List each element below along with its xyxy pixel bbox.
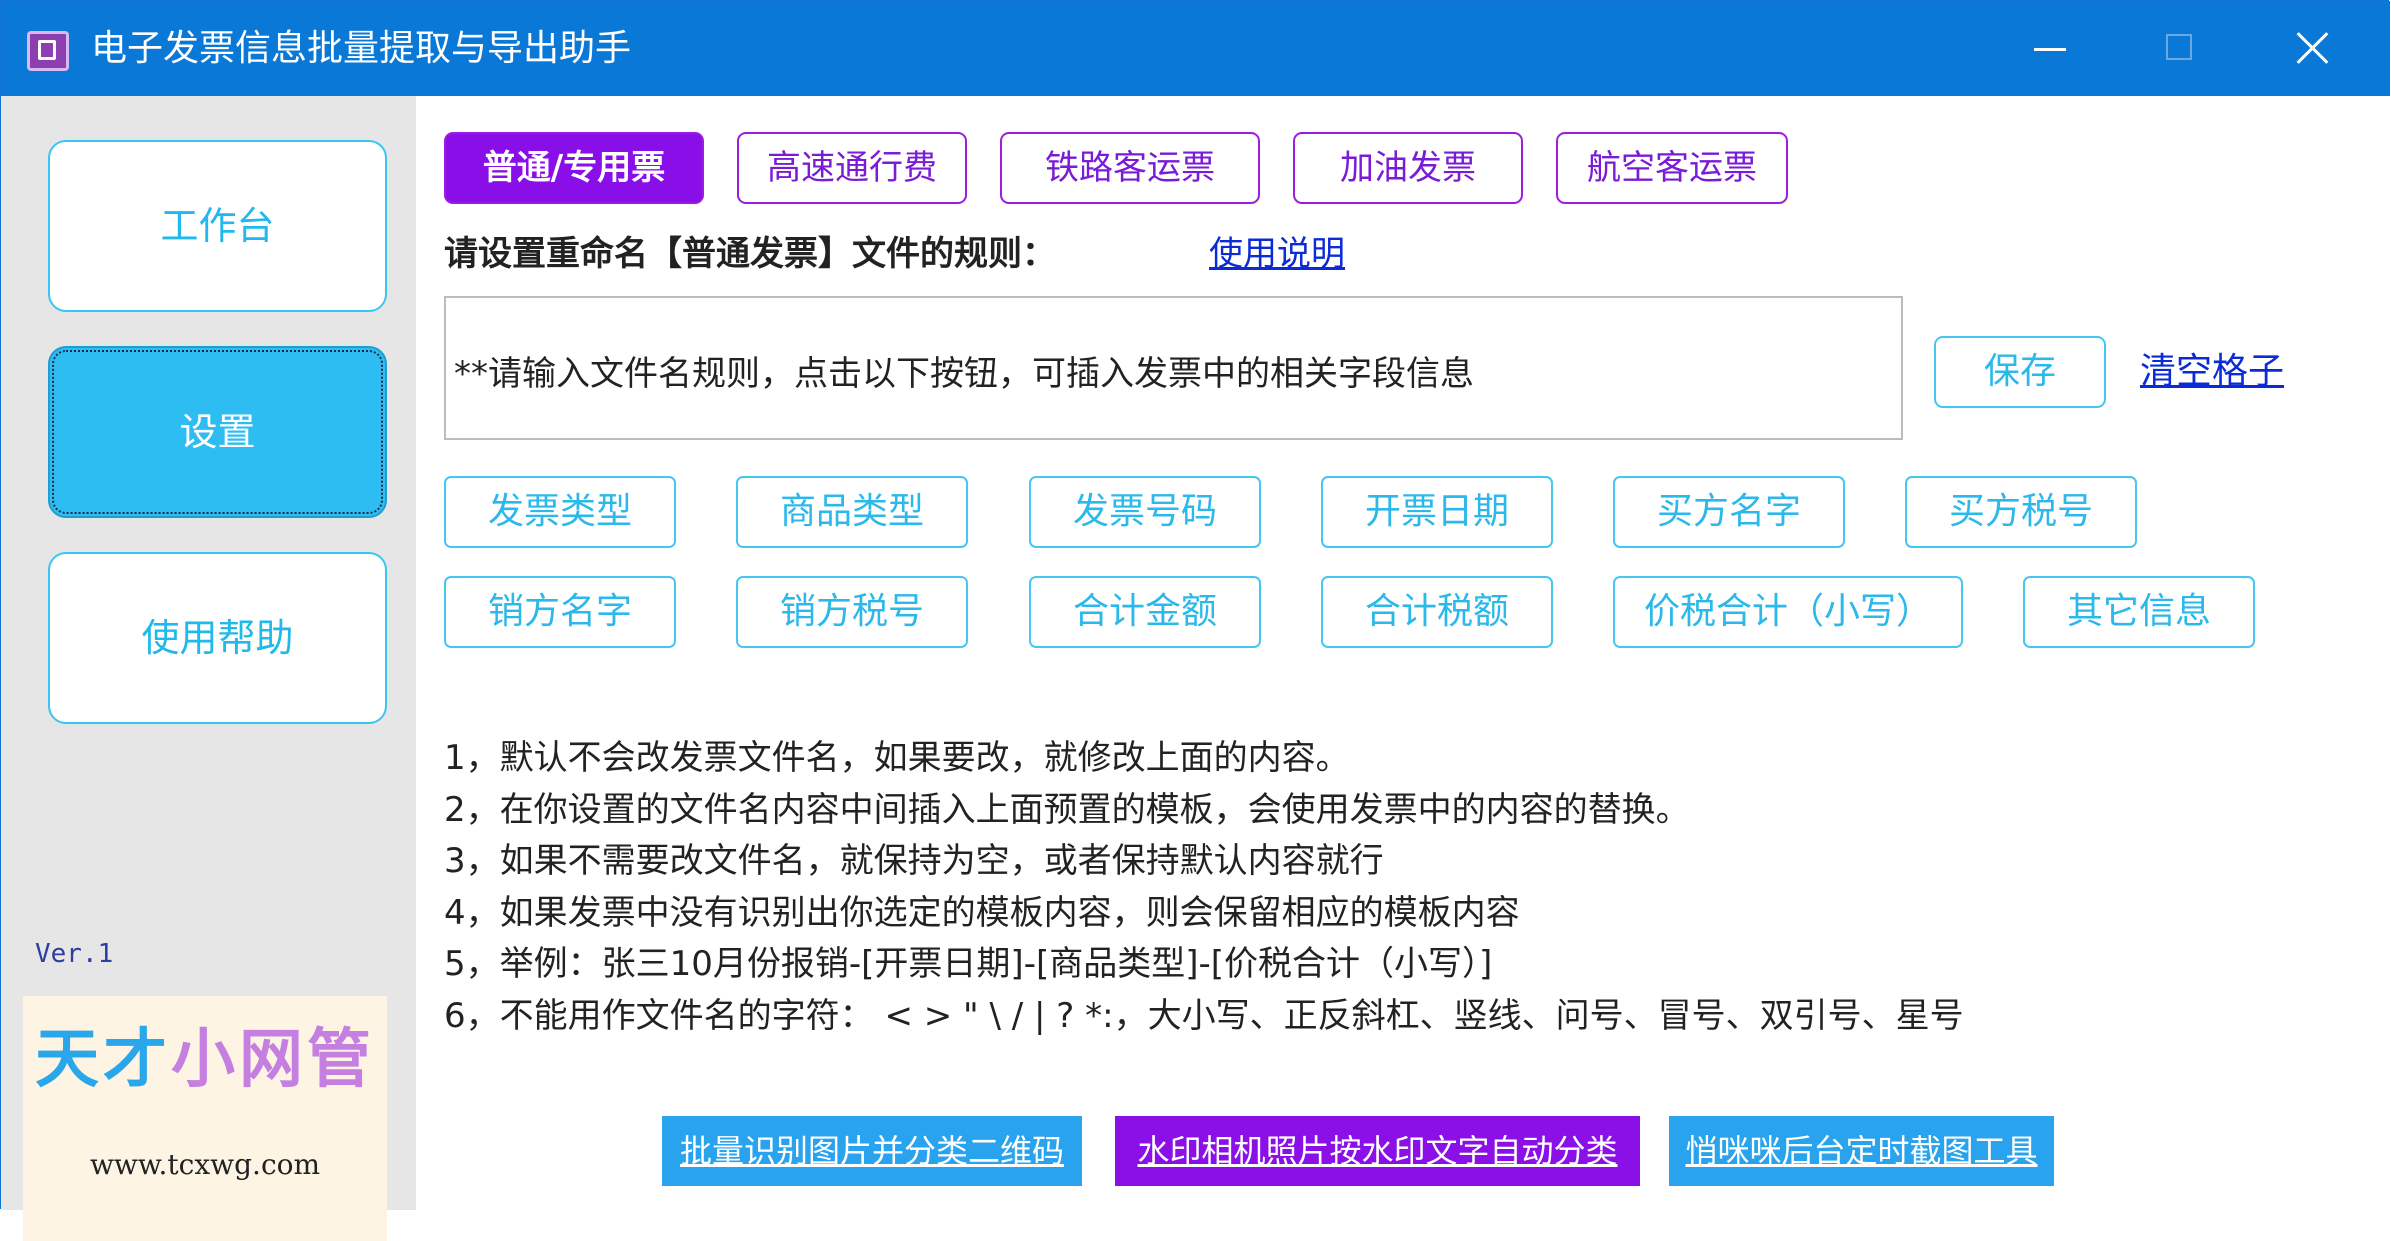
rule-label: 请设置重命名【普通发票】文件的规则： bbox=[444, 234, 1056, 274]
sidebar-item-settings[interactable]: 设置 bbox=[48, 346, 387, 518]
promo-link-qrcode-classifier[interactable]: 批量识别图片并分类二维码 bbox=[662, 1116, 1082, 1186]
minimize-button[interactable] bbox=[1986, 1, 2116, 96]
sidebar: 工作台 设置 使用帮助 Ver.1 天才小网管 www.tcxwg.com bbox=[1, 96, 416, 1241]
brand-name: 天才小网管 bbox=[23, 1008, 387, 1100]
instruction-item: 3，如果不需要改文件名，就保持为空，或者保持默认内容就行 bbox=[444, 841, 1384, 881]
field-button-total-amount[interactable]: 合计金额 bbox=[1029, 576, 1261, 648]
filename-rule-input[interactable]: **请输入文件名规则，点击以下按钮，可插入发票中的相关字段信息 bbox=[444, 296, 1903, 440]
version-label: Ver.1 bbox=[35, 939, 114, 969]
title-bar: 电子发票信息批量提取与导出助手 bbox=[1, 1, 2390, 96]
instruction-item: 1，默认不会改发票文件名，如果要改，就修改上面的内容。 bbox=[444, 738, 1350, 778]
field-button-goods-type[interactable]: 商品类型 bbox=[736, 476, 968, 548]
main-panel: 普通/专用票 高速通行费 铁路客运票 加油发票 航空客运票 请设置重命名【普通发… bbox=[416, 96, 2390, 1210]
maximize-button[interactable] bbox=[2116, 1, 2246, 96]
tab-air-ticket[interactable]: 航空客运票 bbox=[1556, 132, 1788, 204]
app-window: 电子发票信息批量提取与导出助手 工作台 设置 使用帮助 Ver.1 天才小网管 … bbox=[0, 0, 2390, 1241]
window-title: 电子发票信息批量提取与导出助手 bbox=[91, 28, 632, 69]
tab-railway-ticket[interactable]: 铁路客运票 bbox=[1000, 132, 1260, 204]
field-button-invoice-date[interactable]: 开票日期 bbox=[1321, 476, 1553, 548]
instruction-item: 4，如果发票中没有识别出你选定的模板内容，则会保留相应的模板内容 bbox=[444, 892, 1520, 933]
brand-url: www.tcxwg.com bbox=[89, 1148, 321, 1181]
field-button-buyer-tax-id[interactable]: 买方税号 bbox=[1905, 476, 2137, 548]
sidebar-item-help[interactable]: 使用帮助 bbox=[48, 552, 387, 724]
promo-link-watermark-photo-sorter[interactable]: 水印相机照片按水印文字自动分类 bbox=[1115, 1116, 1640, 1186]
usage-help-link[interactable]: 使用说明 bbox=[1209, 229, 1345, 279]
instruction-item: 2，在你设置的文件名内容中间插入上面预置的模板，会使用发票中的内容的替换。 bbox=[444, 789, 1690, 830]
field-button-seller-tax-id[interactable]: 销方税号 bbox=[736, 576, 968, 648]
field-button-total-with-tax[interactable]: 价税合计（小写） bbox=[1613, 576, 1963, 648]
field-button-invoice-number[interactable]: 发票号码 bbox=[1029, 476, 1261, 548]
brand-name-part1: 天才 bbox=[35, 1023, 171, 1097]
field-button-buyer-name[interactable]: 买方名字 bbox=[1613, 476, 1845, 548]
save-button[interactable]: 保存 bbox=[1934, 336, 2106, 408]
instruction-item: 5，举例：张三10月份报销-[开票日期]-[商品类型]-[价税合计（小写）] bbox=[444, 944, 1493, 984]
field-button-other-info[interactable]: 其它信息 bbox=[2023, 576, 2255, 648]
clear-input-link[interactable]: 清空格子 bbox=[2140, 346, 2284, 398]
brand-logo: 天才小网管 www.tcxwg.com bbox=[23, 996, 387, 1241]
instruction-item: 6，不能用作文件名的字符： < > " \ / | ? *:，大小写、正反斜杠、… bbox=[444, 995, 1964, 1036]
close-button[interactable] bbox=[2249, 1, 2379, 96]
promo-link-screenshot-tool[interactable]: 悄咪咪后台定时截图工具 bbox=[1669, 1116, 2054, 1186]
instructions-list: 1，默认不会改发票文件名，如果要改，就修改上面的内容。 2，在你设置的文件名内容… bbox=[444, 733, 1964, 1042]
tab-regular-invoice[interactable]: 普通/专用票 bbox=[444, 132, 704, 204]
tab-fuel-invoice[interactable]: 加油发票 bbox=[1293, 132, 1523, 204]
field-button-seller-name[interactable]: 销方名字 bbox=[444, 576, 676, 648]
tab-highway-toll[interactable]: 高速通行费 bbox=[737, 132, 967, 204]
sidebar-item-workbench[interactable]: 工作台 bbox=[48, 140, 387, 312]
app-logo-icon bbox=[27, 31, 69, 71]
field-button-total-tax[interactable]: 合计税额 bbox=[1321, 576, 1553, 648]
brand-name-part2: 小网管 bbox=[171, 1023, 375, 1097]
field-button-invoice-type[interactable]: 发票类型 bbox=[444, 476, 676, 548]
